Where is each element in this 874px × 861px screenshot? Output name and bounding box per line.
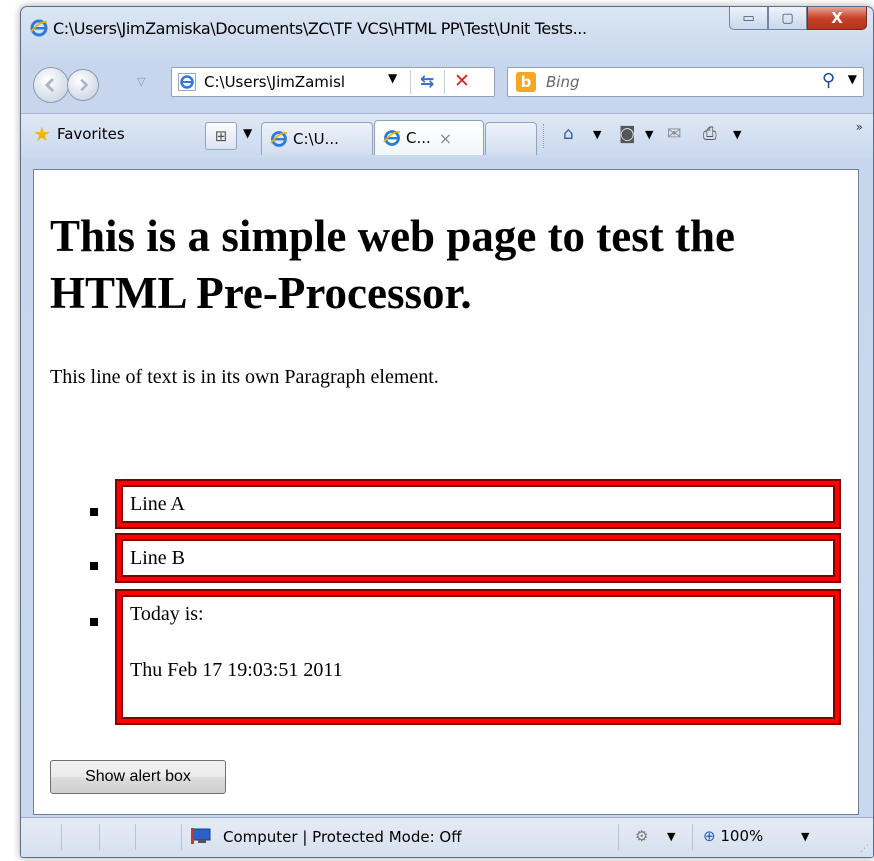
ie-icon	[30, 19, 48, 37]
search-box[interactable]: b Bing ⚲ ▼	[507, 67, 864, 97]
feeds-icon[interactable]: ◙	[619, 124, 636, 144]
bullet-icon	[90, 618, 98, 626]
zoom-icon: ⊕	[703, 827, 716, 845]
show-alert-button[interactable]: Show alert box	[50, 760, 226, 794]
chevron-more-icon[interactable]: »	[856, 120, 863, 134]
close-button[interactable]: X	[807, 7, 867, 30]
page-ie-icon	[178, 73, 196, 91]
favorites-star-icon: ★	[33, 122, 51, 146]
navigation-bar: ▽ C:\Users\JimZamisl ▼ ⇆ ✕ b Bing ⚲ ▼	[21, 57, 873, 103]
tab-list-dropdown-icon[interactable]: ▼	[243, 126, 252, 140]
security-zone-text[interactable]: Computer | Protected Mode: Off	[223, 828, 462, 846]
bullet-icon	[90, 562, 98, 570]
recent-pages-dropdown-icon[interactable]: ▽	[137, 75, 145, 88]
forward-button[interactable]	[67, 69, 99, 101]
zone-icon[interactable]: ⚙	[635, 827, 648, 845]
mail-icon[interactable]: ✉	[667, 124, 681, 144]
paragraph: This line of text is in its own Paragrap…	[50, 366, 439, 388]
home-icon[interactable]: ⌂	[563, 124, 574, 144]
status-cell	[61, 824, 100, 850]
back-forward-group: ▽	[33, 67, 161, 103]
favorites-label: Favorites	[56, 125, 125, 143]
divider	[444, 70, 445, 94]
print-dropdown-icon[interactable]: ▼	[733, 128, 741, 141]
favorites-button[interactable]: ★ Favorites	[33, 122, 125, 146]
list-item-label: Line B	[130, 547, 185, 569]
close-icon: X	[831, 9, 843, 27]
maximize-icon: ▢	[781, 10, 794, 26]
bullet-icon	[90, 508, 98, 516]
status-cell	[135, 824, 182, 850]
zoom-level[interactable]: ⊕ 100%	[703, 827, 763, 845]
status-divider	[691, 824, 693, 850]
resize-grip-icon[interactable]: ⋰	[860, 844, 869, 854]
toolbar-divider	[543, 124, 545, 148]
tab-1[interactable]: C:\U...	[261, 122, 373, 155]
quick-tabs-icon[interactable]: ⊞	[205, 122, 237, 150]
address-dropdown-icon[interactable]: ▼	[388, 71, 397, 85]
status-divider	[617, 824, 619, 850]
favorites-tab-bar: ★ Favorites ⊞ ▼ C:\U... C... × ⌂ ▼ ◙ ▼ ✉…	[21, 113, 873, 158]
bing-logo-icon: b	[516, 72, 536, 92]
new-tab-button[interactable]	[485, 122, 537, 155]
status-cell	[99, 824, 136, 850]
status-cell	[21, 824, 62, 850]
address-input[interactable]: C:\Users\JimZamisl	[204, 73, 382, 91]
tab-ie-icon	[383, 130, 401, 146]
stop-icon[interactable]: ✕	[454, 70, 470, 92]
search-input[interactable]: Bing	[546, 73, 580, 91]
zoom-text: 100%	[720, 827, 764, 845]
page-heading: This is a simple web page to test the HT…	[50, 211, 735, 318]
forward-icon	[80, 78, 89, 92]
back-icon	[44, 77, 55, 93]
browser-window: C:\Users\JimZamiska\Documents\ZC\TF VCS\…	[20, 6, 874, 858]
computer-icon	[191, 828, 211, 844]
minimize-icon: ▭	[742, 10, 755, 26]
zoom-dropdown-icon[interactable]: ▼	[801, 830, 809, 843]
page-content: This is a simple web page to test the HT…	[33, 169, 859, 815]
search-options-dropdown-icon[interactable]: ▼	[848, 72, 857, 86]
list-item-box: Today is: Thu Feb 17 19:03:51 2011	[115, 589, 841, 725]
list-item-label: Line A	[130, 493, 185, 515]
zone-dropdown-icon[interactable]: ▼	[667, 830, 675, 843]
feeds-dropdown-icon[interactable]: ▼	[645, 128, 653, 141]
back-button[interactable]	[33, 67, 69, 103]
tab-ie-icon	[270, 131, 288, 147]
home-dropdown-icon[interactable]: ▼	[593, 128, 601, 141]
tab-close-icon[interactable]: ×	[439, 129, 452, 148]
window-controls: ▭ ▢ X	[729, 7, 867, 33]
tab-1-label: C:\U...	[293, 130, 339, 148]
list-item-label: Today is:	[130, 603, 204, 625]
divider	[410, 70, 411, 94]
refresh-icon[interactable]: ⇆	[420, 72, 434, 92]
minimize-button[interactable]: ▭	[729, 7, 768, 30]
list-item-box: Line B	[115, 533, 841, 583]
print-icon[interactable]: ⎙	[703, 124, 717, 144]
window-title: C:\Users\JimZamiska\Documents\ZC\TF VCS\…	[53, 19, 587, 38]
address-bar[interactable]: C:\Users\JimZamisl ▼ ⇆ ✕	[171, 67, 495, 97]
date-text: Thu Feb 17 19:03:51 2011	[130, 659, 343, 681]
list-item-box: Line A	[115, 479, 841, 529]
tab-2-label: C...	[406, 129, 431, 147]
search-icon[interactable]: ⚲	[822, 70, 835, 91]
title-bar: C:\Users\JimZamiska\Documents\ZC\TF VCS\…	[21, 7, 873, 45]
tab-2-active[interactable]: C... ×	[374, 120, 484, 155]
maximize-button[interactable]: ▢	[768, 7, 807, 30]
status-bar: Computer | Protected Mode: Off ⚙ ▼ ⊕ 100…	[21, 817, 873, 857]
